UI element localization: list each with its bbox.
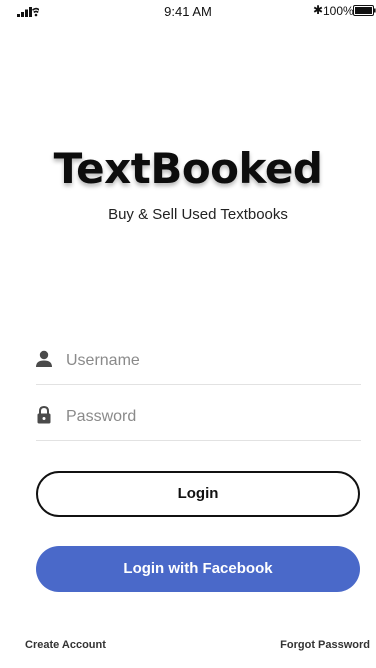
forgot-password-link[interactable]: Forgot Password [280,639,370,651]
user-icon [36,350,52,367]
bluetooth-icon: ✱ [313,3,324,17]
password-field [36,394,361,441]
login-button[interactable]: Login [36,471,360,517]
create-account-link[interactable]: Create Account [25,639,106,651]
app-title: TextBooked [53,144,323,193]
password-input[interactable] [66,404,346,430]
username-field [36,338,361,385]
username-input[interactable] [66,348,346,374]
battery-icon [353,5,376,16]
status-bar: 9:41 AM ✱ 100% [0,0,376,20]
facebook-login-button[interactable]: Login with Facebook [36,546,360,592]
lock-icon [37,406,51,424]
app-tagline: Buy & Sell Used Textbooks [108,206,288,223]
battery-percentage: 100% [323,4,354,18]
